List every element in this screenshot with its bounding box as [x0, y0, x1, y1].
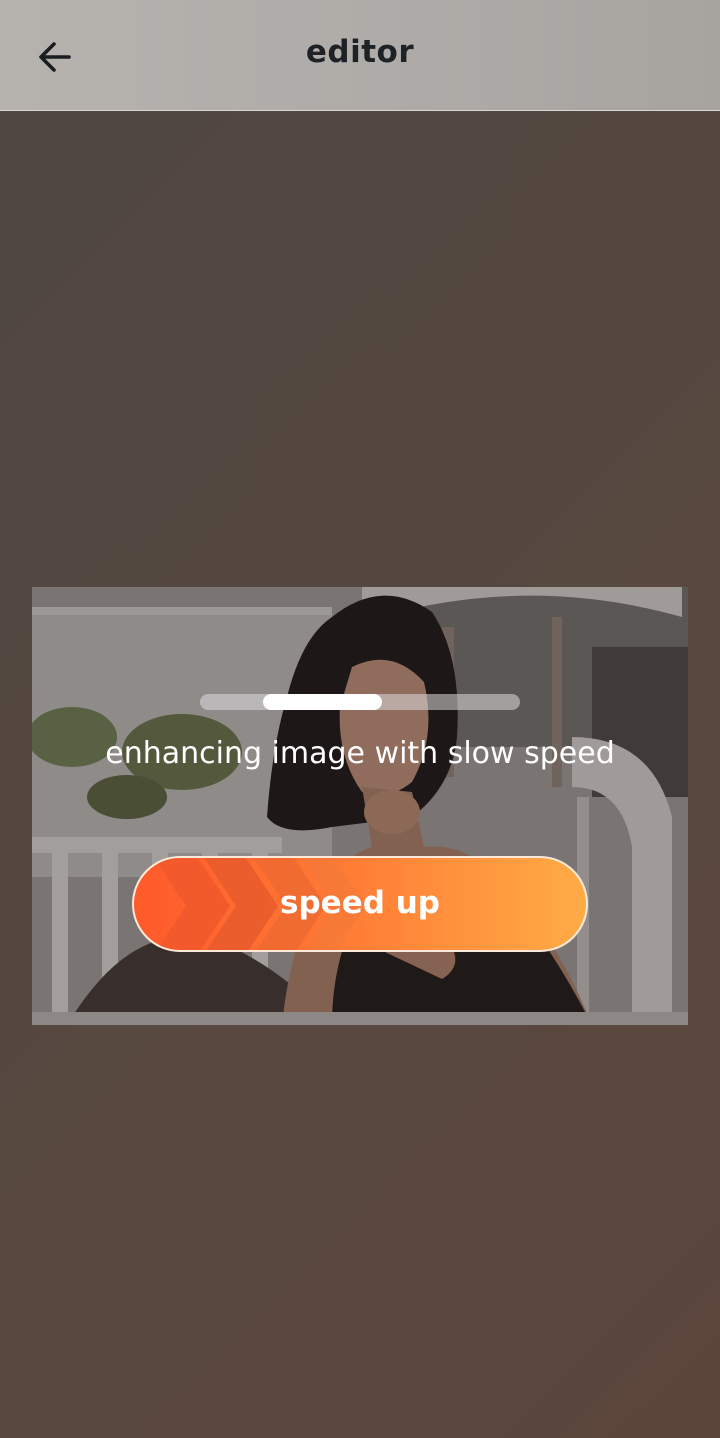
speed-up-label: speed up [280, 885, 440, 921]
app-bar: editor [0, 0, 720, 111]
status-text: enhancing image with slow speed [105, 736, 615, 771]
speed-up-button[interactable]: speed up [132, 856, 588, 952]
progress-fill [263, 694, 382, 710]
preview-image [32, 587, 688, 1025]
page-title: editor [305, 34, 415, 70]
processing-overlay [32, 587, 688, 1025]
